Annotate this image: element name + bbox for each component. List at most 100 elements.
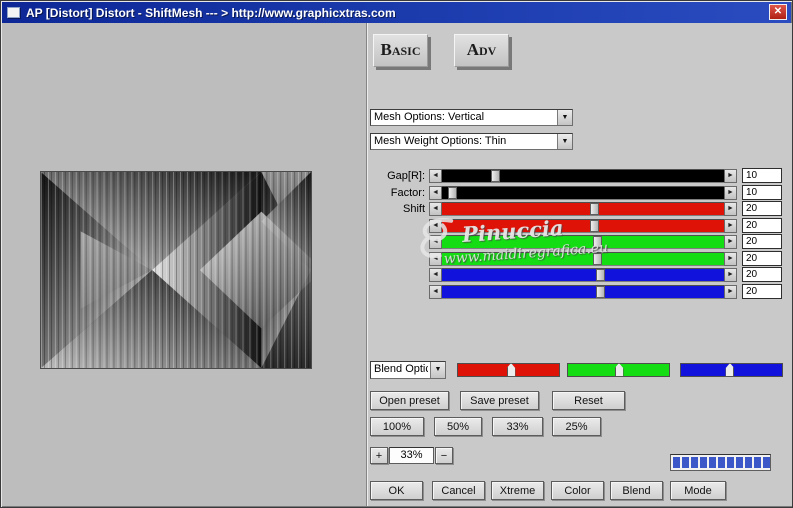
- chevron-down-icon[interactable]: ▼: [557, 134, 572, 149]
- slider-track[interactable]: ◄ ►: [429, 268, 737, 282]
- slider-track[interactable]: ◄ ►: [429, 252, 737, 266]
- blend-pointer[interactable]: [506, 363, 516, 377]
- slider-track[interactable]: ◄ ►: [429, 186, 737, 200]
- progress-segment: [727, 457, 734, 468]
- slider-left-arrow-icon[interactable]: ◄: [429, 202, 442, 216]
- slider-track-fill[interactable]: [441, 269, 725, 281]
- slider-row: Shift ◄ ► 20: [370, 201, 782, 216]
- chevron-down-icon[interactable]: ▼: [557, 110, 572, 125]
- color-button[interactable]: Color: [551, 481, 604, 500]
- slider-right-arrow-icon[interactable]: ►: [724, 186, 737, 200]
- slider-label: Factor:: [390, 187, 425, 199]
- slider-value: 20: [742, 284, 782, 299]
- zoom-100-button[interactable]: 100%: [370, 417, 424, 436]
- slider-track-fill[interactable]: [441, 286, 725, 298]
- slider-left-arrow-icon[interactable]: ◄: [429, 186, 442, 200]
- slider-right-arrow-icon[interactable]: ►: [724, 252, 737, 266]
- control-panel: Basic Adv Mesh Options: Vertical ▼ Mesh …: [366, 23, 792, 506]
- ok-button[interactable]: OK: [370, 481, 423, 500]
- slider-thumb[interactable]: [593, 253, 603, 265]
- slider-row: ◄ ► 20: [370, 267, 782, 282]
- slider-thumb[interactable]: [490, 170, 500, 182]
- progress-segment: [754, 457, 761, 468]
- tab-basic[interactable]: Basic: [373, 34, 428, 67]
- app-icon: [7, 7, 20, 18]
- zoom-out-button[interactable]: −: [435, 447, 453, 464]
- slider-left-arrow-icon[interactable]: ◄: [429, 235, 442, 249]
- mesh-weight-value: Mesh Weight Options: Thin: [374, 135, 507, 147]
- blend-button[interactable]: Blend: [610, 481, 663, 500]
- slider-left-arrow-icon[interactable]: ◄: [429, 219, 442, 233]
- zoom-value-box[interactable]: 33%: [389, 447, 434, 464]
- progress-segment: [709, 457, 716, 468]
- slider-value: 10: [742, 185, 782, 200]
- slider-left-arrow-icon[interactable]: ◄: [429, 252, 442, 266]
- slider-left-arrow-icon[interactable]: ◄: [429, 268, 442, 282]
- slider-track-fill[interactable]: [441, 170, 725, 182]
- blend-options-select[interactable]: Blend Optic ▼: [370, 361, 446, 379]
- slider-row: ◄ ► 20: [370, 284, 782, 299]
- slider-track-fill[interactable]: [441, 187, 725, 199]
- slider-track[interactable]: ◄ ►: [429, 235, 737, 249]
- slider-thumb[interactable]: [448, 187, 458, 199]
- reset-button[interactable]: Reset: [552, 391, 625, 410]
- progress-segment: [718, 457, 725, 468]
- blend-bar[interactable]: [457, 363, 560, 377]
- slider-thumb[interactable]: [590, 203, 600, 215]
- slider-thumb[interactable]: [590, 220, 600, 232]
- slider-row: Factor: ◄ ► 10: [370, 185, 782, 200]
- slider-thumb[interactable]: [596, 269, 606, 281]
- slider-thumb[interactable]: [593, 236, 603, 248]
- slider-track-fill[interactable]: [441, 236, 725, 248]
- cancel-button[interactable]: Cancel: [432, 481, 485, 500]
- slider-value: 20: [742, 234, 782, 249]
- blend-pointer[interactable]: [614, 363, 624, 377]
- chevron-down-icon[interactable]: ▼: [430, 362, 445, 378]
- blend-bar[interactable]: [680, 363, 783, 377]
- progress-segment: [736, 457, 743, 468]
- progress-segment: [673, 457, 680, 468]
- slider-right-arrow-icon[interactable]: ►: [724, 219, 737, 233]
- mesh-weight-select[interactable]: Mesh Weight Options: Thin ▼: [370, 133, 573, 150]
- slider-right-arrow-icon[interactable]: ►: [724, 169, 737, 183]
- tab-adv[interactable]: Adv: [454, 34, 509, 67]
- zoom-50-button[interactable]: 50%: [434, 417, 482, 436]
- slider-track-fill[interactable]: [441, 253, 725, 265]
- slider-track[interactable]: ◄ ►: [429, 202, 737, 216]
- slider-right-arrow-icon[interactable]: ►: [724, 235, 737, 249]
- slider-label: Shift: [402, 203, 425, 215]
- slider-right-arrow-icon[interactable]: ►: [724, 268, 737, 282]
- progress-bar: [670, 454, 771, 471]
- slider-left-arrow-icon[interactable]: ◄: [429, 169, 442, 183]
- open-preset-button[interactable]: Open preset: [370, 391, 449, 410]
- slider-row: ◄ ► 20: [370, 234, 782, 249]
- slider-left-arrow-icon[interactable]: ◄: [429, 285, 442, 299]
- progress-segment: [763, 457, 770, 468]
- blend-pointer[interactable]: [725, 363, 735, 377]
- zoom-in-button[interactable]: +: [370, 447, 388, 464]
- blend-options-value: Blend Optic: [374, 363, 428, 375]
- slider-track[interactable]: ◄ ►: [429, 219, 737, 233]
- slider-track[interactable]: ◄ ►: [429, 169, 737, 183]
- slider-track-fill[interactable]: [441, 220, 725, 232]
- mesh-options-select[interactable]: Mesh Options: Vertical ▼: [370, 109, 573, 126]
- zoom-25-button[interactable]: 25%: [552, 417, 601, 436]
- save-preset-button[interactable]: Save preset: [460, 391, 539, 410]
- plugin-window: AP [Distort] Distort - ShiftMesh --- > h…: [0, 0, 793, 508]
- slider-value: 20: [742, 267, 782, 282]
- slider-track[interactable]: ◄ ►: [429, 285, 737, 299]
- mode-button[interactable]: Mode: [670, 481, 726, 500]
- title-bar[interactable]: AP [Distort] Distort - ShiftMesh --- > h…: [2, 2, 791, 23]
- slider-thumb[interactable]: [596, 286, 606, 298]
- slider-label: Gap[R]:: [387, 170, 425, 182]
- zoom-33-button[interactable]: 33%: [492, 417, 543, 436]
- close-button[interactable]: ✕: [769, 4, 787, 20]
- progress-segment: [745, 457, 752, 468]
- blend-bar[interactable]: [567, 363, 670, 377]
- xtreme-button[interactable]: Xtreme: [491, 481, 544, 500]
- preview-image: [40, 171, 312, 369]
- slider-right-arrow-icon[interactable]: ►: [724, 285, 737, 299]
- slider-row: ◄ ► 20: [370, 218, 782, 233]
- slider-track-fill[interactable]: [441, 203, 725, 215]
- slider-right-arrow-icon[interactable]: ►: [724, 202, 737, 216]
